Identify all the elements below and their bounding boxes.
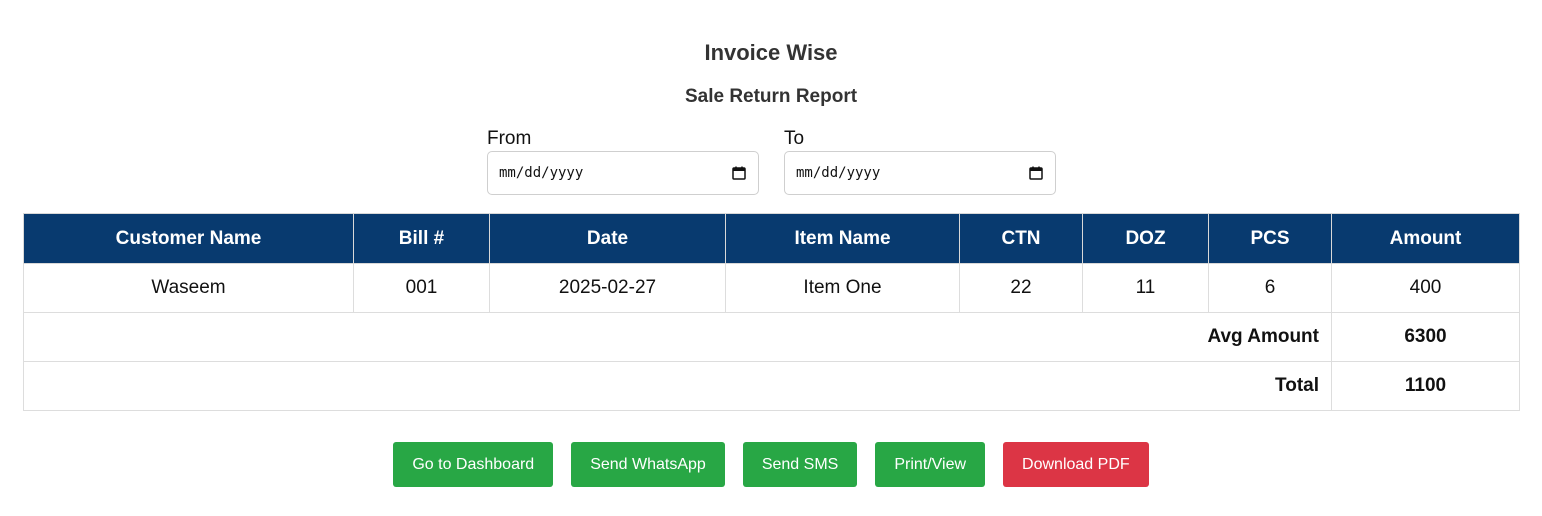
calendar-icon[interactable] — [732, 166, 746, 180]
total-value: 1100 — [1331, 361, 1520, 411]
column-header-date: Date — [489, 213, 726, 264]
to-date-value: mm/dd/yyyy — [796, 165, 881, 181]
cell-bill: 001 — [353, 263, 490, 313]
cell-doz: 11 — [1082, 263, 1209, 313]
column-header-amount: Amount — [1331, 213, 1520, 264]
total-row: Total 1100 — [23, 361, 1520, 411]
column-header-doz: DOZ — [1082, 213, 1209, 264]
print-view-button[interactable]: Print/View — [875, 442, 986, 487]
column-header-customer-name: Customer Name — [23, 213, 354, 264]
avg-amount-label: Avg Amount — [23, 312, 1332, 362]
page-title: Invoice Wise — [704, 40, 838, 65]
send-whatsapp-button[interactable]: Send WhatsApp — [571, 442, 725, 487]
table-header-row: Customer Name Bill # Date Item Name CTN … — [23, 213, 1520, 264]
total-label: Total — [23, 361, 1332, 411]
column-header-bill: Bill # — [353, 213, 490, 264]
avg-amount-value: 6300 — [1331, 312, 1520, 362]
column-header-ctn: CTN — [959, 213, 1083, 264]
go-to-dashboard-button[interactable]: Go to Dashboard — [393, 442, 554, 487]
cell-date: 2025-02-27 — [489, 263, 726, 313]
from-date-value: mm/dd/yyyy — [499, 165, 584, 181]
to-date-input[interactable]: mm/dd/yyyy — [784, 151, 1056, 195]
action-buttons: Go to Dashboard Send WhatsApp Send SMS P… — [0, 442, 1542, 487]
calendar-icon[interactable] — [1029, 166, 1043, 180]
cell-customer-name: Waseem — [23, 263, 354, 313]
table-row: Waseem 001 2025-02-27 Item One 22 11 6 4… — [23, 263, 1520, 313]
cell-amount: 400 — [1331, 263, 1520, 313]
send-sms-button[interactable]: Send SMS — [742, 442, 858, 487]
column-header-item-name: Item Name — [725, 213, 960, 264]
from-date-input[interactable]: mm/dd/yyyy — [487, 151, 759, 195]
to-date-group: To mm/dd/yyyy — [784, 127, 1056, 195]
to-date-label: To — [784, 128, 805, 149]
sale-return-table: Customer Name Bill # Date Item Name CTN … — [23, 213, 1520, 411]
cell-ctn: 22 — [959, 263, 1083, 313]
cell-pcs: 6 — [1208, 263, 1332, 313]
cell-item-name: Item One — [725, 263, 960, 313]
report-page: Invoice Wise Sale Return Report From mm/… — [0, 0, 1542, 516]
download-pdf-button[interactable]: Download PDF — [1003, 442, 1149, 487]
from-date-label: From — [487, 128, 532, 149]
from-date-group: From mm/dd/yyyy — [487, 127, 759, 195]
avg-amount-row: Avg Amount 6300 — [23, 312, 1520, 362]
page-subtitle: Sale Return Report — [684, 86, 858, 107]
column-header-pcs: PCS — [1208, 213, 1332, 264]
